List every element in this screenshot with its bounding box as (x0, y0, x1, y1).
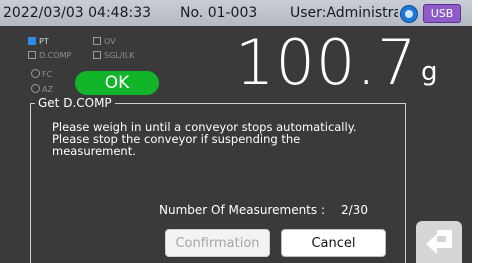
indicator-fc: FC (31, 69, 52, 80)
network-icon (400, 5, 418, 23)
return-arrow-icon (426, 230, 452, 254)
indicator-sgl-ilk: SGL/ILK (93, 51, 135, 61)
measurements-label: Number Of Measurements : (159, 203, 325, 217)
indicator-ov: OV (93, 37, 116, 47)
user-name: User:Administrato (290, 5, 398, 21)
usb-badge: USB (423, 4, 461, 23)
back-button[interactable] (416, 221, 462, 263)
indicator-az: AZ (31, 84, 53, 95)
judgement-ok-badge: OK (75, 71, 159, 95)
sgl-ilk-box-icon (93, 51, 101, 59)
indicator-pt: PT (28, 37, 49, 47)
instruction-message: Please weigh in until a conveyor stops a… (52, 120, 357, 158)
indicator-dcomp: D.COMP (28, 51, 71, 61)
confirmation-button[interactable]: Confirmation (165, 229, 270, 257)
ov-box-icon (93, 37, 101, 45)
status-bar: 2022/03/03 04:48:33 No. 01-003 User:Admi… (0, 0, 472, 26)
fc-circle-icon (31, 69, 40, 78)
weighing-screen: 2022/03/03 04:48:33 No. 01-003 User:Admi… (0, 0, 472, 263)
weight-value: 100.7 (235, 26, 418, 99)
az-circle-icon (31, 84, 40, 93)
cancel-button[interactable]: Cancel (281, 229, 386, 257)
product-number: No. 01-003 (180, 5, 258, 21)
weight-unit: g (421, 57, 438, 87)
pt-active-icon (28, 37, 36, 45)
datetime: 2022/03/03 04:48:33 (3, 5, 152, 21)
dcomp-box-icon (28, 51, 36, 59)
measurements-count: 2/30 (341, 203, 368, 217)
panel-title: Get D.COMP (35, 96, 115, 110)
